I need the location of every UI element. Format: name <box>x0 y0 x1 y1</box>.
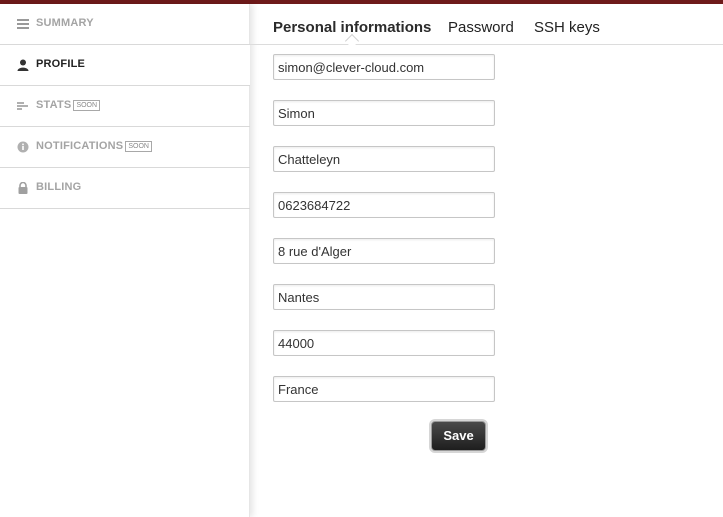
phone-field[interactable] <box>273 192 495 218</box>
sidebar-item-summary[interactable]: SUMMARY <box>0 4 250 45</box>
first-name-field[interactable] <box>273 100 495 126</box>
tab-ssh-keys[interactable]: SSH keys <box>534 19 600 36</box>
sidebar-item-label: NOTIFICATIONS <box>36 140 124 152</box>
sidebar-item-label: STATS <box>36 99 72 111</box>
stats-icon <box>17 99 29 111</box>
zipcode-field[interactable] <box>273 330 495 356</box>
save-button[interactable]: Save <box>431 421 486 451</box>
list-icon <box>17 17 29 29</box>
sidebar-item-billing[interactable]: BILLING <box>0 168 250 209</box>
profile-tabs: Personal informations Password SSH keys <box>250 4 723 45</box>
tab-password[interactable]: Password <box>448 19 514 36</box>
user-icon <box>17 58 29 71</box>
soon-badge: SOON <box>73 100 101 111</box>
country-field[interactable] <box>273 376 495 402</box>
sidebar-item-profile[interactable]: PROFILE <box>0 45 250 86</box>
sidebar-item-stats[interactable]: STATS SOON <box>0 86 250 127</box>
sidebar-item-label: PROFILE <box>36 58 86 70</box>
sidebar-item-label: SUMMARY <box>36 17 94 29</box>
sidebar-item-notifications[interactable]: NOTIFICATIONS SOON <box>0 127 250 168</box>
soon-badge: SOON <box>125 141 152 152</box>
lock-icon <box>17 181 29 194</box>
email-field[interactable] <box>273 54 495 80</box>
city-field[interactable] <box>273 284 495 310</box>
sidebar-item-label: BILLING <box>36 181 82 193</box>
sidebar: SUMMARY PROFILE STATS SOON NOTIFICATIONS… <box>0 4 250 517</box>
info-icon <box>17 140 29 153</box>
last-name-field[interactable] <box>273 146 495 172</box>
address-field[interactable] <box>273 238 495 264</box>
